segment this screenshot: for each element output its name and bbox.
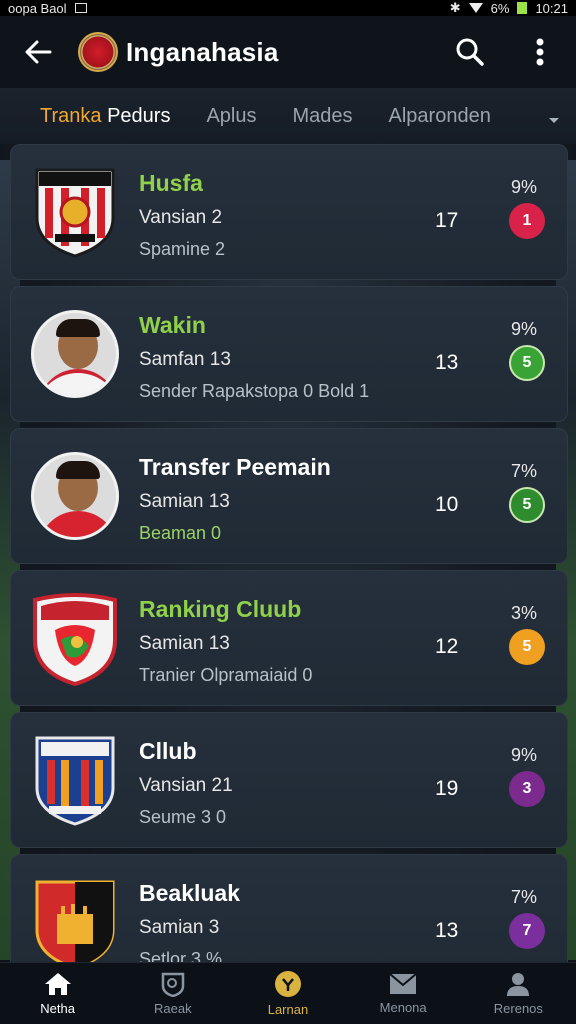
card-percent: 9% bbox=[510, 319, 537, 339]
card-percent: 9% bbox=[510, 177, 537, 197]
list-item[interactable]: Transfer Peemain Samian 13 Beaman 0 7% 1… bbox=[10, 428, 568, 564]
card-number: 17 bbox=[435, 209, 459, 232]
nav-rerenos-label: Rerenos bbox=[493, 1001, 543, 1016]
search-button[interactable] bbox=[452, 34, 488, 70]
status-badge: 3 bbox=[509, 771, 545, 807]
home-icon bbox=[44, 973, 71, 995]
list-item[interactable]: Wakin Samfan 13 Sender Rapakstopa 0 Bold… bbox=[10, 286, 568, 422]
card-number: 19 bbox=[435, 777, 459, 800]
club-crest-icon bbox=[35, 736, 115, 826]
status-time: 10:21 bbox=[535, 0, 568, 16]
club-crest-icon bbox=[35, 880, 115, 970]
app-bar: Inganahasia bbox=[0, 16, 576, 88]
caret-down-icon bbox=[549, 118, 559, 123]
page-title: Inganahasia bbox=[126, 36, 279, 67]
status-badge: 7 bbox=[509, 913, 545, 949]
status-left-text: oopa Baol bbox=[8, 0, 67, 16]
trophy-icon bbox=[274, 971, 301, 997]
card-percent: 7% bbox=[510, 461, 537, 481]
card-number: 13 bbox=[435, 919, 459, 942]
card-percent: 7% bbox=[510, 887, 537, 907]
tab-aplus[interactable]: Aplus bbox=[206, 105, 256, 128]
more-options-button[interactable] bbox=[522, 34, 558, 70]
back-button[interactable] bbox=[18, 32, 58, 72]
nav-home[interactable]: Netha bbox=[3, 971, 113, 1016]
status-badge: 5 bbox=[509, 629, 545, 665]
card-number: 10 bbox=[435, 493, 459, 516]
tabs-dropdown-button[interactable] bbox=[548, 108, 560, 131]
wifi-icon bbox=[468, 3, 483, 13]
nav-larnan-label: Larnan bbox=[267, 1002, 309, 1017]
card-percent: 3% bbox=[510, 603, 537, 623]
tab-transfer[interactable]: Tranka Pedurs bbox=[40, 105, 170, 128]
tab-bar: Tranka Pedurs Aplus Mades Alparonden bbox=[0, 88, 576, 144]
list-item[interactable]: Husfa Vansian 2 Spamine 2 9% 17 1 bbox=[10, 144, 568, 280]
status-bar: oopa Baol ✱ 6% 10:21 bbox=[0, 0, 576, 16]
list-item[interactable]: Ranking Cluub Samian 13 Tranier Olpramai… bbox=[10, 570, 568, 706]
tab-alparonden[interactable]: Alparonden bbox=[389, 105, 491, 128]
list-item[interactable]: Cllub Vansian 21 Seume 3 0 9% 19 3 bbox=[10, 712, 568, 848]
bluetooth-icon: ✱ bbox=[449, 0, 461, 15]
nav-home-label: Netha bbox=[40, 1001, 75, 1016]
nav-raeak-label: Raeak bbox=[153, 1001, 192, 1016]
battery-percent: 6% bbox=[490, 0, 510, 16]
club-crest-icon bbox=[35, 168, 115, 258]
player-avatar bbox=[31, 452, 119, 540]
status-badge: 5 bbox=[509, 345, 545, 381]
ranking-list: Husfa Vansian 2 Spamine 2 9% 17 1 Wakin … bbox=[10, 144, 568, 996]
nav-raeak[interactable]: Raeak bbox=[118, 971, 228, 1016]
nav-rerenos[interactable]: Rerenos bbox=[463, 971, 573, 1016]
nav-menona[interactable]: Menona bbox=[348, 972, 458, 1015]
player-avatar bbox=[31, 310, 119, 398]
tab-mades[interactable]: Mades bbox=[292, 105, 352, 128]
profile-icon bbox=[507, 973, 530, 996]
search-icon bbox=[456, 38, 484, 66]
card-percent: 9% bbox=[510, 745, 537, 765]
notification-icon bbox=[74, 3, 87, 13]
card-number: 13 bbox=[435, 351, 459, 374]
status-badge: 1 bbox=[509, 203, 545, 239]
more-vertical-icon bbox=[536, 38, 544, 66]
nav-menona-label: Menona bbox=[379, 1000, 427, 1015]
tab-label-rest: Pedurs bbox=[101, 104, 171, 127]
mail-icon bbox=[389, 973, 417, 994]
tab-label-accent: Tranka bbox=[40, 104, 102, 127]
bottom-navigation: Netha Raeak Larnan Menona Rerenos bbox=[0, 962, 576, 1024]
arrow-left-icon bbox=[25, 40, 52, 64]
club-logo bbox=[78, 32, 118, 72]
battery-icon bbox=[517, 2, 528, 14]
club-crest-icon bbox=[33, 593, 117, 686]
nav-larnan[interactable]: Larnan bbox=[233, 970, 343, 1017]
card-number: 12 bbox=[435, 635, 459, 658]
status-badge: 5 bbox=[509, 487, 545, 523]
search-shield-icon bbox=[161, 972, 185, 997]
